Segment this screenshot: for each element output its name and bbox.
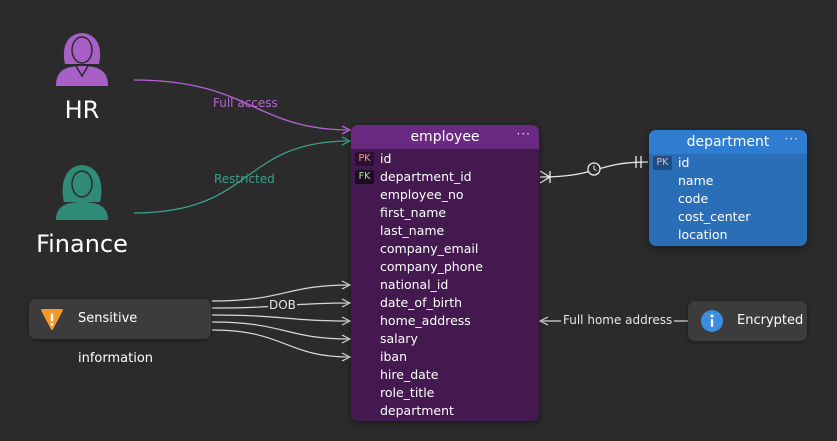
info-icon [701, 310, 723, 332]
encrypted-note[interactable]: Encrypted [688, 301, 807, 341]
field-name: first_name [380, 205, 447, 220]
employee-table-title: employee [410, 129, 480, 145]
field-name: role_title [380, 385, 435, 400]
field-name: name [678, 173, 714, 188]
field-name: code [678, 191, 709, 206]
field-name: date_of_birth [380, 295, 463, 310]
field-name: cost_center [678, 209, 751, 224]
field-name: hire_date [380, 367, 439, 382]
edge-label-full-access: Full access [213, 96, 278, 110]
field-name: last_name [380, 223, 445, 238]
field-name: employee_no [380, 187, 464, 202]
field-row-salary[interactable]: salary [351, 330, 539, 348]
employee-table-header[interactable]: employee ··· [351, 125, 539, 149]
field-row-department-id[interactable]: FK department_id [351, 168, 539, 186]
warning-icon [41, 309, 63, 330]
sensitive-edge-iban [211, 329, 351, 358]
sensitive-edge-home-address [211, 314, 351, 322]
encrypted-label: Encrypted [737, 313, 804, 328]
field-row-date-of-birth[interactable]: date_of_birth [351, 294, 539, 312]
actor-hr-label: HR [64, 96, 100, 124]
field-row-employee-no[interactable]: employee_no [351, 186, 539, 204]
field-name: iban [380, 349, 407, 364]
field-name: department [380, 403, 454, 418]
edge-label-dob: DOB [268, 298, 297, 312]
field-row-code[interactable]: code [649, 190, 807, 208]
field-row-name[interactable]: name [649, 172, 807, 190]
field-name: national_id [380, 277, 449, 292]
department-table-header[interactable]: department ··· [649, 130, 807, 154]
employee-table[interactable]: employee ··· PK id FK department_id employ… [351, 125, 539, 421]
sensitive-information-note[interactable]: Sensitive information [29, 299, 211, 366]
department-table[interactable]: department ··· PK id name code cost_cente… [649, 130, 807, 246]
person-icon [56, 165, 108, 220]
field-name: salary [380, 331, 418, 346]
primary-key-badge: PK [653, 156, 672, 170]
field-row-hire-date[interactable]: hire_date [351, 366, 539, 384]
field-name: department_id [380, 169, 472, 184]
field-row-company-email[interactable]: company_email [351, 240, 539, 258]
field-name: id [678, 155, 690, 170]
department-table-title: department [686, 134, 770, 150]
actor-finance[interactable]: Finance [30, 156, 134, 260]
primary-key-badge: PK [355, 152, 374, 166]
field-row-id[interactable]: PK id [649, 154, 807, 172]
edge-label-restricted: Restricted [214, 172, 275, 186]
field-row-company-phone[interactable]: company_phone [351, 258, 539, 276]
field-row-last-name[interactable]: last_name [351, 222, 539, 240]
field-name: company_email [380, 241, 479, 256]
field-row-first-name[interactable]: first_name [351, 204, 539, 222]
edge-label-full-home-address: Full home address [561, 313, 675, 327]
field-row-role-title[interactable]: role_title [351, 384, 539, 402]
field-name: company_phone [380, 259, 483, 274]
field-name: id [380, 151, 392, 166]
foreign-key-badge: FK [355, 170, 374, 184]
field-row-iban[interactable]: iban [351, 348, 539, 366]
actor-finance-label: Finance [36, 230, 128, 258]
field-row-national-id[interactable]: national_id [351, 276, 539, 294]
field-row-department[interactable]: department [351, 402, 539, 420]
field-row-location[interactable]: location [649, 226, 807, 244]
field-name: location [678, 227, 728, 242]
more-options-icon[interactable]: ··· [517, 125, 531, 146]
more-options-icon[interactable]: ··· [785, 130, 799, 151]
actor-hr[interactable]: HR [40, 22, 124, 126]
sensitive-information-label: Sensitive information [78, 311, 154, 366]
field-row-home-address[interactable]: home_address [351, 312, 539, 330]
field-row-id[interactable]: PK id [351, 150, 539, 168]
field-name: home_address [380, 313, 471, 328]
field-row-cost-center[interactable]: cost_center [649, 208, 807, 226]
person-icon [56, 33, 108, 86]
